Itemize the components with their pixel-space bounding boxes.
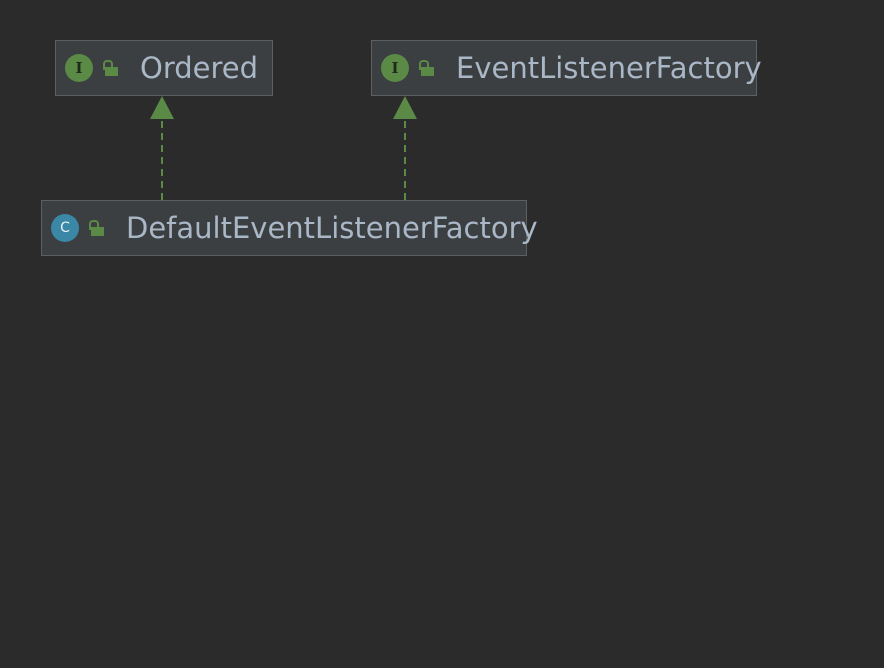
node-label: DefaultEventListenerFactory	[126, 211, 538, 245]
edge-implements-ordered	[150, 96, 174, 200]
class-icon: C	[51, 214, 79, 242]
node-label: EventListenerFactory	[456, 51, 762, 85]
public-lock-icon	[102, 58, 120, 78]
arrowhead-event-listener-factory	[393, 96, 417, 119]
interface-icon: I	[381, 54, 409, 82]
arrowhead-ordered	[150, 96, 174, 119]
node-label: Ordered	[140, 51, 259, 85]
diagram-canvas: I Ordered I EventListenerFactory C Defau…	[0, 0, 884, 668]
node-ordered[interactable]: I Ordered	[55, 40, 273, 96]
node-default-event-listener-factory[interactable]: C DefaultEventListenerFactory	[41, 200, 538, 256]
edge-implements-event-listener-factory	[393, 96, 417, 200]
public-lock-icon	[418, 58, 436, 78]
interface-icon: I	[65, 54, 93, 82]
node-event-listener-factory[interactable]: I EventListenerFactory	[371, 40, 762, 96]
public-lock-icon	[88, 218, 106, 238]
edges-layer	[150, 96, 417, 200]
